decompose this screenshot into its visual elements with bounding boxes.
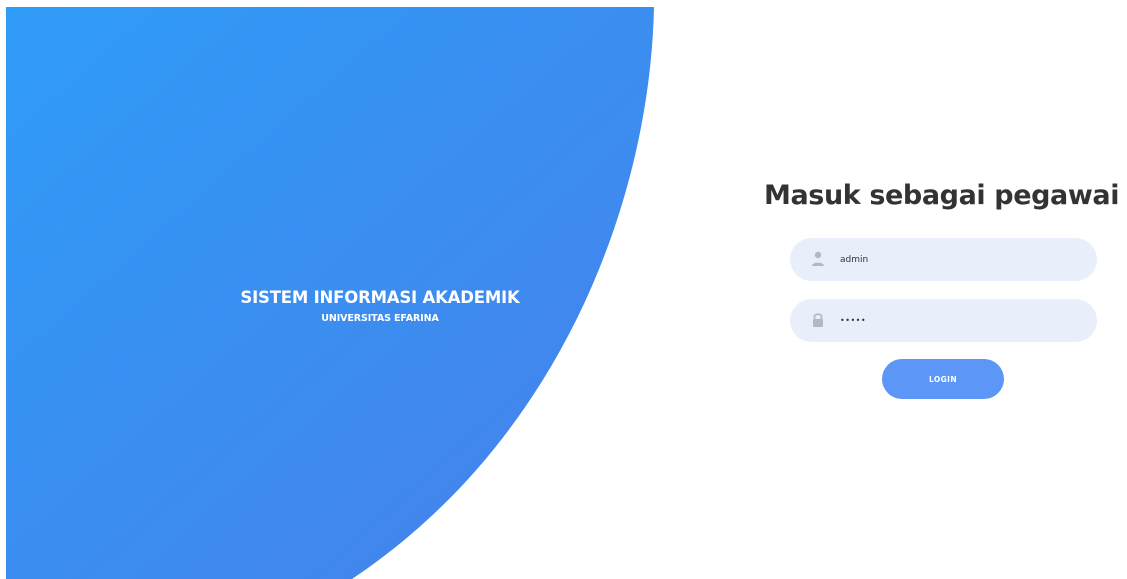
system-title: SISTEM INFORMASI AKADEMIK [240, 288, 520, 307]
username-input[interactable] [840, 238, 1080, 281]
hero-background [6, 7, 654, 579]
user-icon [812, 251, 824, 266]
university-name: UNIVERSITAS EFARINA [321, 313, 439, 324]
login-heading: Masuk sebagai pegawai [764, 180, 1120, 211]
login-page: SISTEM INFORMASI AKADEMIK UNIVERSITAS EF… [0, 0, 1127, 579]
lock-icon [813, 313, 823, 327]
username-field[interactable] [790, 238, 1097, 281]
hero-branding: SISTEM INFORMASI AKADEMIK UNIVERSITAS EF… [230, 287, 530, 324]
password-field[interactable] [790, 299, 1097, 342]
password-input[interactable] [840, 299, 1080, 342]
login-button[interactable]: LOGIN [882, 359, 1004, 399]
